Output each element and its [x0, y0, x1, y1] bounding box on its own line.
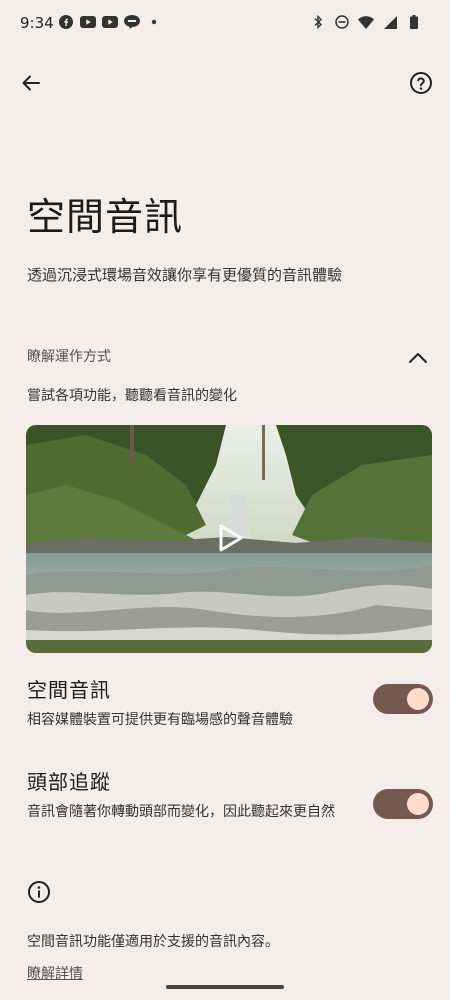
setting-description: 相容媒體裝置可提供更有臨場感的聲音體驗	[27, 712, 293, 728]
head-tracking-toggle[interactable]	[373, 789, 433, 819]
help-button[interactable]	[406, 70, 436, 100]
signal-icon	[382, 15, 398, 29]
page-title: 空間音訊	[27, 195, 184, 239]
learn-more-link[interactable]: 瞭解詳情	[27, 963, 83, 983]
do-not-disturb-icon	[334, 15, 350, 29]
status-bar: 9:34	[0, 0, 450, 48]
home-indicator[interactable]	[166, 985, 284, 989]
how-it-works-hint: 嘗試各項功能，聽聽看音訊的變化	[27, 388, 237, 404]
info-icon	[27, 880, 51, 904]
setting-title: 頭部追蹤	[27, 770, 111, 794]
spatial-audio-setting[interactable]: 空間音訊 相容媒體裝置可提供更有臨場感的聲音體驗	[27, 674, 433, 734]
chevron-up-icon[interactable]	[405, 345, 431, 371]
bluetooth-icon	[310, 15, 326, 29]
notification-icons	[58, 15, 162, 29]
top-app-bar	[0, 60, 450, 108]
status-time: 9:34	[20, 14, 54, 32]
arrow-back-icon	[21, 73, 41, 97]
how-it-works-label: 瞭解運作方式	[27, 349, 111, 365]
facebook-icon	[58, 15, 74, 29]
head-tracking-setting[interactable]: 頭部追蹤 音訊會隨著你轉動頭部而變化，因此聽起來更自然	[27, 766, 433, 846]
play-icon[interactable]	[215, 523, 245, 553]
youtube-icon	[80, 15, 96, 29]
toggle-knob	[407, 793, 429, 815]
wifi-icon	[358, 15, 374, 29]
how-it-works-header[interactable]: 瞭解運作方式	[27, 345, 433, 371]
toggle-knob	[407, 688, 429, 710]
info-note: 空間音訊功能僅適用於支援的音訊內容。	[27, 934, 279, 950]
demo-video[interactable]	[26, 425, 432, 653]
line-icon	[124, 15, 140, 29]
help-icon	[409, 71, 433, 99]
system-icons	[310, 15, 422, 29]
page-subtitle: 透過沉浸式環場音效讓你享有更優質的音訊體驗	[27, 266, 343, 284]
spatial-audio-toggle[interactable]	[373, 684, 433, 714]
battery-icon	[406, 15, 422, 29]
setting-description: 音訊會隨著你轉動頭部而變化，因此聽起來更自然	[27, 804, 335, 820]
dot-icon	[146, 15, 162, 29]
back-button[interactable]	[16, 70, 46, 100]
youtube-icon	[102, 15, 118, 29]
